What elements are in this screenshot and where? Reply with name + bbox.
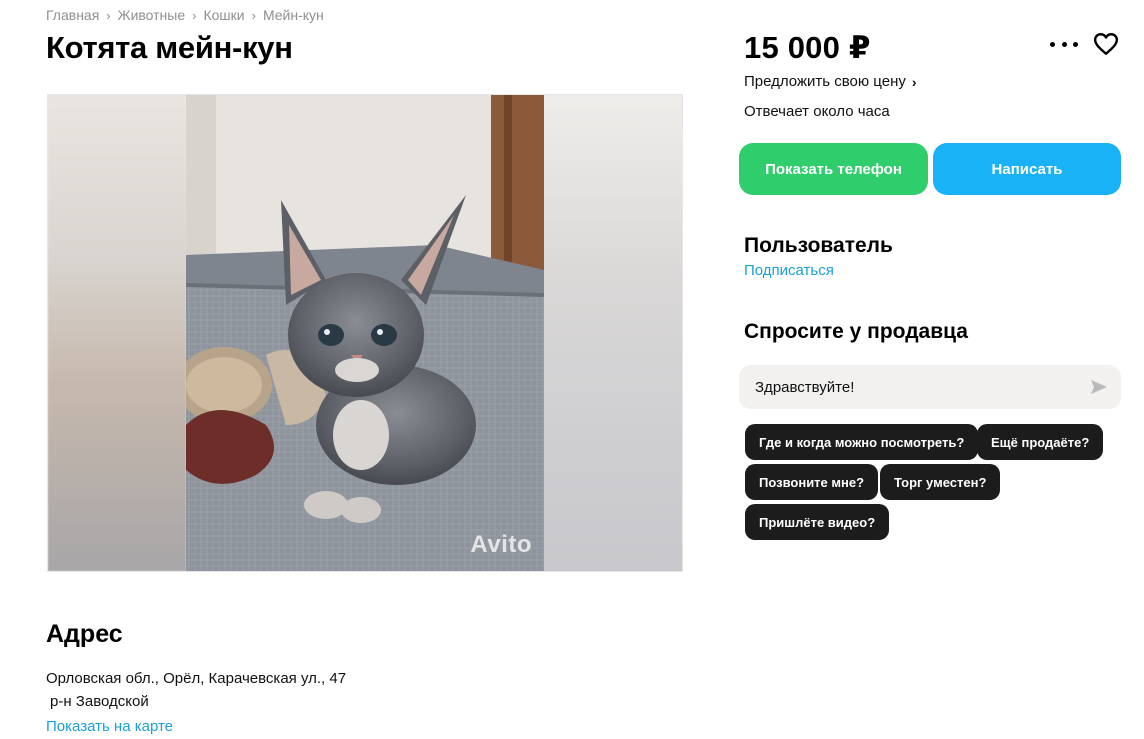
reply-time: Отвечает около часа [744,103,890,120]
quick-question-chip[interactable]: Где и когда можно посмотреть? [745,424,979,460]
send-icon[interactable] [1089,377,1109,397]
listing-price: 15 000 ₽ [744,30,871,65]
address-heading: Адрес [46,620,123,648]
show-phone-button[interactable]: Показать телефон [739,143,928,195]
chevron-right-icon: › [911,73,917,90]
breadcrumb-animals[interactable]: Животные [118,7,186,23]
breadcrumb-maine-coon[interactable]: Мейн-кун [263,7,324,23]
subscribe-link[interactable]: Подписаться [744,262,834,279]
ask-seller-heading: Спросите у продавца [744,320,968,343]
breadcrumb-home[interactable]: Главная [46,7,99,23]
offer-price-label: Предложить свою цену [744,73,906,90]
heart-icon[interactable] [1093,32,1119,56]
quick-question-chip[interactable]: Позвоните мне? [745,464,879,500]
page-title: Котята мейн-кун [46,30,293,65]
seller-name[interactable]: Пользователь [744,234,893,258]
photo-gallery[interactable]: Avito [47,94,683,572]
breadcrumb-separator: › [106,7,111,23]
write-message-button[interactable]: Написать [933,143,1121,195]
gallery-blur-left [48,95,186,571]
kitten-photo [186,95,544,571]
avito-watermark: Avito [470,531,532,558]
more-icon[interactable] [1050,36,1078,52]
quick-question-chip[interactable]: Ещё продаёте? [977,424,1104,460]
breadcrumb-cats[interactable]: Кошки [203,7,244,23]
breadcrumb-separator: › [251,7,256,23]
offer-price-link[interactable]: Предложить свою цену › [744,73,917,90]
breadcrumb-separator: › [192,7,197,23]
gallery-blur-right [542,95,682,571]
message-box[interactable] [739,365,1121,409]
listing-photo[interactable]: Avito [186,95,544,571]
message-input[interactable] [755,378,1075,396]
quick-question-chip[interactable]: Торг уместен? [880,464,1001,500]
quick-question-chip[interactable]: Пришлёте видео? [745,504,890,540]
address-district: р-н Заводской [50,693,149,710]
address-line: Орловская обл., Орёл, Карачевская ул., 4… [46,670,347,687]
breadcrumb: Главная › Животные › Кошки › Мейн-кун [46,7,324,23]
show-on-map-link[interactable]: Показать на карте [46,718,173,735]
